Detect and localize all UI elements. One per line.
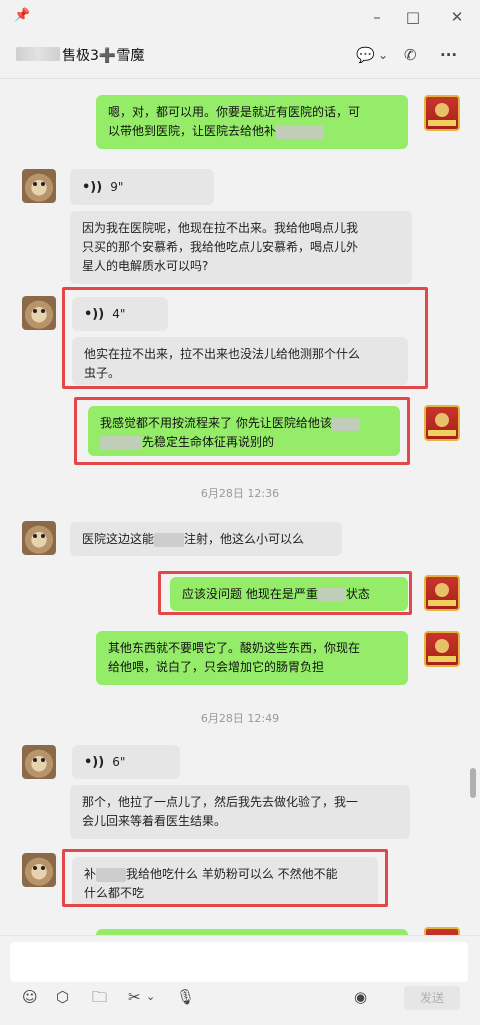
sticker-box-icon[interactable]: ⬡ (56, 986, 69, 1008)
avatar[interactable] (22, 745, 56, 779)
voice-icon: •)) (84, 754, 105, 770)
avatar[interactable] (22, 853, 56, 887)
window-titlebar: 📌 – □ ✕ (0, 0, 480, 34)
message-input[interactable] (10, 942, 468, 982)
voice-duration: 6" (112, 754, 126, 769)
voice-duration: 9" (110, 179, 124, 194)
chat-title: 售极3➕雪魔 (62, 48, 145, 64)
send-button[interactable]: 发送 (404, 986, 460, 1010)
voice-message[interactable]: •)) 9" (70, 169, 214, 205)
message-text: 星人的电解质水可以吗? (82, 259, 209, 273)
avatar[interactable] (22, 296, 56, 330)
chevron-down-icon[interactable]: ⌄ (378, 44, 388, 66)
message-text: 其他东西就不要喂它了。酸奶这些东西，你现在 (108, 641, 361, 655)
blurred-text (154, 532, 185, 547)
avatar[interactable] (424, 575, 460, 611)
chat-info-icon[interactable]: 💬 (356, 44, 375, 66)
timestamp: 6月28日 12:49 (200, 712, 280, 725)
message-text: 注射，他这么小可以么 (184, 532, 305, 546)
message-bubble-outgoing[interactable]: 嗯，对，都可以用。你要是就近有医院的话，可 以带他到医院，让医院去给他补 (96, 95, 408, 149)
scrollbar[interactable] (470, 768, 476, 798)
message-text: 嗯，对，都可以用。你要是就近有医院的话，可 (108, 105, 361, 119)
pin-icon[interactable]: 📌 (14, 8, 30, 23)
timestamp: 6月28日 12:36 (200, 487, 280, 500)
minimize-button[interactable]: – (366, 6, 388, 28)
voice-call-icon[interactable]: ◉ (354, 986, 367, 1008)
highlight-box (74, 397, 410, 465)
chevron-down-icon[interactable]: ⌄ (146, 986, 155, 1008)
voice-icon: •)) (82, 179, 103, 195)
avatar[interactable] (22, 521, 56, 555)
avatar[interactable] (424, 927, 460, 935)
message-text: 那个，他拉了一点儿了，然后我先去做化验了，我一 (82, 795, 359, 809)
avatar[interactable] (424, 631, 460, 667)
close-button[interactable]: ✕ (446, 6, 468, 28)
highlight-box (62, 849, 388, 907)
input-area: ☺ ⬡ 🗀 ✂ ⌄ 🎙 ◉ 发送 (0, 935, 480, 1025)
message-list[interactable]: 嗯，对，都可以用。你要是就近有医院的话，可 以带他到医院，让医院去给他补 •))… (0, 79, 480, 935)
avatar[interactable] (424, 405, 460, 441)
emoji-icon[interactable]: ☺ (22, 986, 38, 1008)
folder-icon[interactable]: 🗀 (92, 986, 107, 1008)
message-text: 只买的那个安慕希，我给他吃点儿安慕希，喝点儿外 (82, 240, 359, 254)
blurred-text (276, 124, 325, 139)
chat-header: 售极3➕雪魔 💬 ⌄ ✆ ··· (0, 34, 480, 79)
avatar[interactable] (22, 169, 56, 203)
highlight-box (62, 287, 428, 389)
message-bubble-incoming[interactable]: 那个，他拉了一点儿了，然后我先去做化验了，我一 会儿回来等着看医生结果。 (70, 785, 410, 839)
maximize-button[interactable]: □ (402, 6, 424, 28)
message-bubble-incoming[interactable]: 医院这边这能 注射，他这么小可以么 (70, 522, 342, 556)
message-bubble-outgoing[interactable]: 其他东西就不要喂它了。酸奶这些东西，你现在 给他喂，说白了，只会增加它的肠胃负担 (96, 631, 408, 685)
message-text: 以带他到医院，让医院去给他补 (108, 124, 277, 138)
microphone-icon[interactable]: 🎙 (176, 986, 195, 1008)
blurred-name (16, 47, 60, 61)
voice-message[interactable]: •)) 6" (72, 745, 180, 779)
call-icon[interactable]: ✆ (404, 44, 417, 66)
message-text: 给他喂，说白了，只会增加它的肠胃负担 (108, 660, 325, 674)
message-bubble-incoming[interactable]: 因为我在医院呢，他现在拉不出来。我给他喝点儿我 只买的那个安慕希，我给他吃点儿安… (70, 211, 412, 284)
more-icon[interactable]: ··· (440, 44, 457, 66)
message-text: 会儿回来等着看医生结果。 (82, 814, 227, 828)
message-text: 医院这边这能 (82, 532, 155, 546)
highlight-box (158, 571, 412, 615)
scissors-icon[interactable]: ✂ (128, 986, 141, 1008)
message-text: 因为我在医院呢，他现在拉不出来。我给他喝点儿我 (82, 221, 359, 235)
avatar[interactable] (424, 95, 460, 131)
